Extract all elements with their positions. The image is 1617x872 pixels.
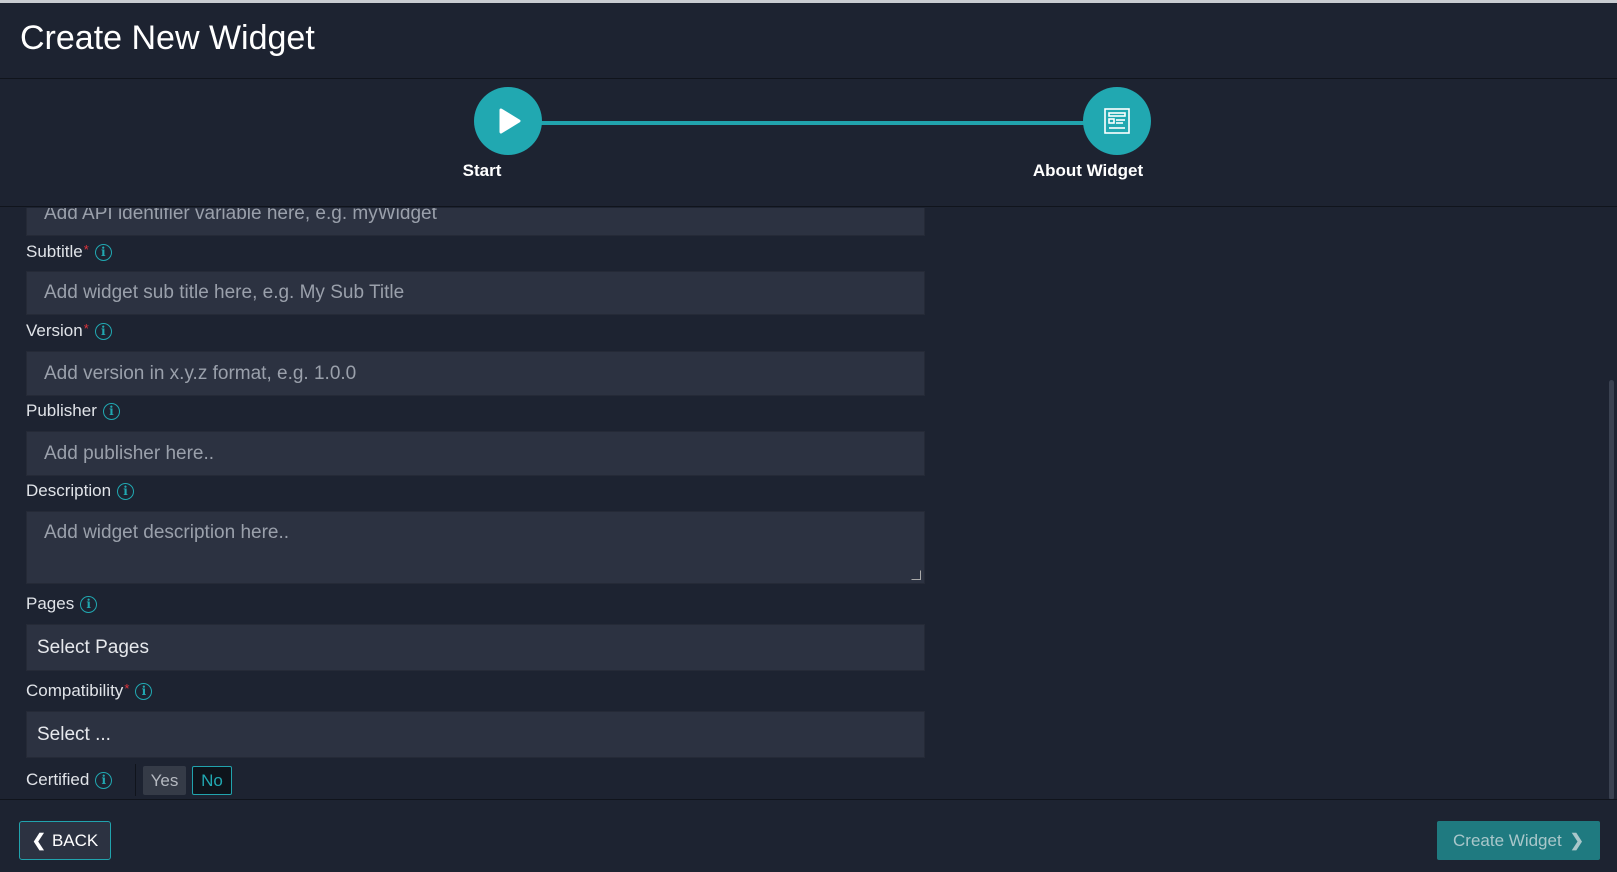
subtitle-label-text: Subtitle: [26, 242, 83, 261]
info-icon[interactable]: i: [102, 402, 120, 420]
chevron-right-icon: ❯: [1569, 830, 1584, 850]
footer: ❮ BACK Create Widget ❯: [0, 799, 1617, 872]
pages-label-text: Pages: [26, 594, 75, 613]
page-title: Create New Widget: [20, 19, 315, 57]
required-marker: *: [83, 242, 89, 257]
stepper-progress-line: [540, 121, 1085, 125]
info-icon[interactable]: i: [135, 682, 153, 700]
certified-yes-toggle[interactable]: Yes: [143, 766, 186, 795]
compatibility-select-value: Select ...: [37, 723, 111, 745]
step-start[interactable]: [474, 87, 542, 155]
back-label: BACK: [51, 830, 99, 850]
step-about-widget-label: About Widget: [1032, 161, 1144, 180]
divider: [135, 764, 136, 796]
publisher-label-text: Publisher: [26, 401, 97, 420]
step-start-label: Start: [462, 161, 502, 180]
version-label-text: Version: [26, 321, 83, 340]
compatibility-label-text: Compatibility: [26, 681, 124, 700]
scrollbar[interactable]: [1609, 380, 1614, 800]
pages-label: Pages i: [26, 594, 98, 614]
certified-label-text: Certified: [26, 770, 90, 789]
description-placeholder: Add widget description here..: [44, 522, 290, 543]
api-identifier-input[interactable]: Add API identifier variable here, e.g. m…: [26, 208, 925, 236]
publisher-label: Publisher i: [26, 401, 120, 421]
stepper: Start About Widget: [0, 79, 1617, 207]
info-icon[interactable]: i: [94, 322, 112, 340]
description-label-text: Description: [26, 481, 112, 500]
info-icon[interactable]: i: [117, 482, 135, 500]
info-icon[interactable]: i: [80, 595, 98, 613]
play-icon: [499, 108, 521, 134]
back-button[interactable]: ❮ BACK: [19, 821, 111, 860]
publisher-placeholder: Add publisher here..: [44, 442, 215, 464]
step-about-widget[interactable]: [1083, 87, 1151, 155]
chevron-left-icon: ❮: [31, 830, 46, 850]
header: Create New Widget: [0, 3, 1617, 79]
description-textarea[interactable]: Add widget description here..: [26, 511, 925, 584]
required-marker: *: [124, 681, 130, 696]
create-widget-label: Create Widget: [1453, 830, 1562, 850]
widget-form: Add API identifier variable here, e.g. m…: [0, 208, 1617, 799]
widget-form-icon: [1104, 108, 1130, 134]
info-icon[interactable]: i: [95, 771, 113, 789]
description-label: Description i: [26, 481, 135, 501]
version-input[interactable]: Add version in x.y.z format, e.g. 1.0.0: [26, 351, 925, 396]
create-widget-button[interactable]: Create Widget ❯: [1437, 821, 1600, 860]
subtitle-label: Subtitle * i: [26, 242, 112, 262]
info-icon[interactable]: i: [94, 243, 112, 261]
pages-select-value: Select Pages: [37, 636, 149, 658]
certified-label: Certified i: [26, 770, 113, 790]
compatibility-label: Compatibility * i: [26, 681, 153, 701]
version-label: Version * i: [26, 321, 112, 341]
resize-handle-icon[interactable]: [911, 570, 921, 580]
certified-no-toggle[interactable]: No: [192, 766, 232, 795]
required-marker: *: [83, 321, 89, 336]
subtitle-input[interactable]: Add widget sub title here, e.g. My Sub T…: [26, 271, 925, 315]
compatibility-select[interactable]: Select ...: [26, 711, 925, 758]
pages-select[interactable]: Select Pages: [26, 624, 925, 671]
publisher-input[interactable]: Add publisher here..: [26, 431, 925, 476]
version-placeholder: Add version in x.y.z format, e.g. 1.0.0: [44, 362, 357, 384]
subtitle-placeholder: Add widget sub title here, e.g. My Sub T…: [44, 282, 405, 303]
api-identifier-placeholder: Add API identifier variable here, e.g. m…: [44, 208, 437, 224]
